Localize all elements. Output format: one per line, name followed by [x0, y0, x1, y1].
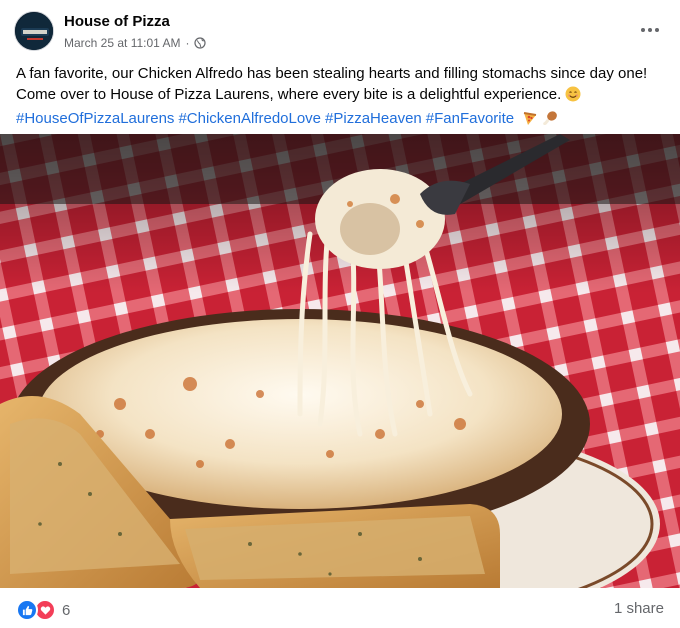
pizza-icon	[522, 110, 538, 132]
hashtag-link[interactable]: #FanFavorite	[426, 110, 514, 127]
post-header: House of Pizza March 25 at 11:01 AM ·	[0, 0, 680, 62]
page-avatar[interactable]	[14, 11, 54, 51]
meta-separator: ·	[185, 36, 190, 50]
post-meta: March 25 at 11:01 AM ·	[64, 36, 206, 50]
more-options-button[interactable]	[636, 18, 664, 42]
smiling-face-icon	[565, 86, 581, 108]
caption-line-2: Come over to House of Pizza Laurens, whe…	[16, 86, 562, 103]
hashtag-link[interactable]: #ChickenAlfredoLove	[178, 110, 321, 127]
like-icon	[16, 599, 38, 621]
page-name-link[interactable]: House of Pizza	[64, 13, 170, 30]
globe-icon	[193, 37, 206, 49]
hashtag-link[interactable]: #HouseOfPizzaLaurens	[16, 110, 174, 127]
more-horizontal-icon	[641, 28, 645, 32]
drumstick-icon	[542, 110, 558, 132]
reaction-count: 6	[62, 601, 71, 619]
caption-line-1: A fan favorite, our Chicken Alfredo has …	[16, 65, 648, 82]
hashtag-list: #HouseOfPizzaLaurens #ChickenAlfredoLove #…	[16, 108, 666, 132]
post-timestamp[interactable]: March 25 at 11:01 AM	[64, 36, 181, 50]
reactions-summary[interactable]: 6	[16, 599, 70, 621]
logo-image	[15, 12, 53, 50]
post-caption: A fan favorite, our Chicken Alfredo has …	[16, 63, 666, 132]
post-footer: 6 1 share	[0, 588, 680, 628]
facebook-post: House of Pizza March 25 at 11:01 AM · A …	[0, 0, 680, 628]
chicken-alfredo-photo	[0, 134, 680, 588]
share-count-link[interactable]: 1 share	[614, 600, 664, 617]
post-photo[interactable]	[0, 134, 680, 588]
hashtag-link[interactable]: #PizzaHeaven	[325, 110, 422, 127]
